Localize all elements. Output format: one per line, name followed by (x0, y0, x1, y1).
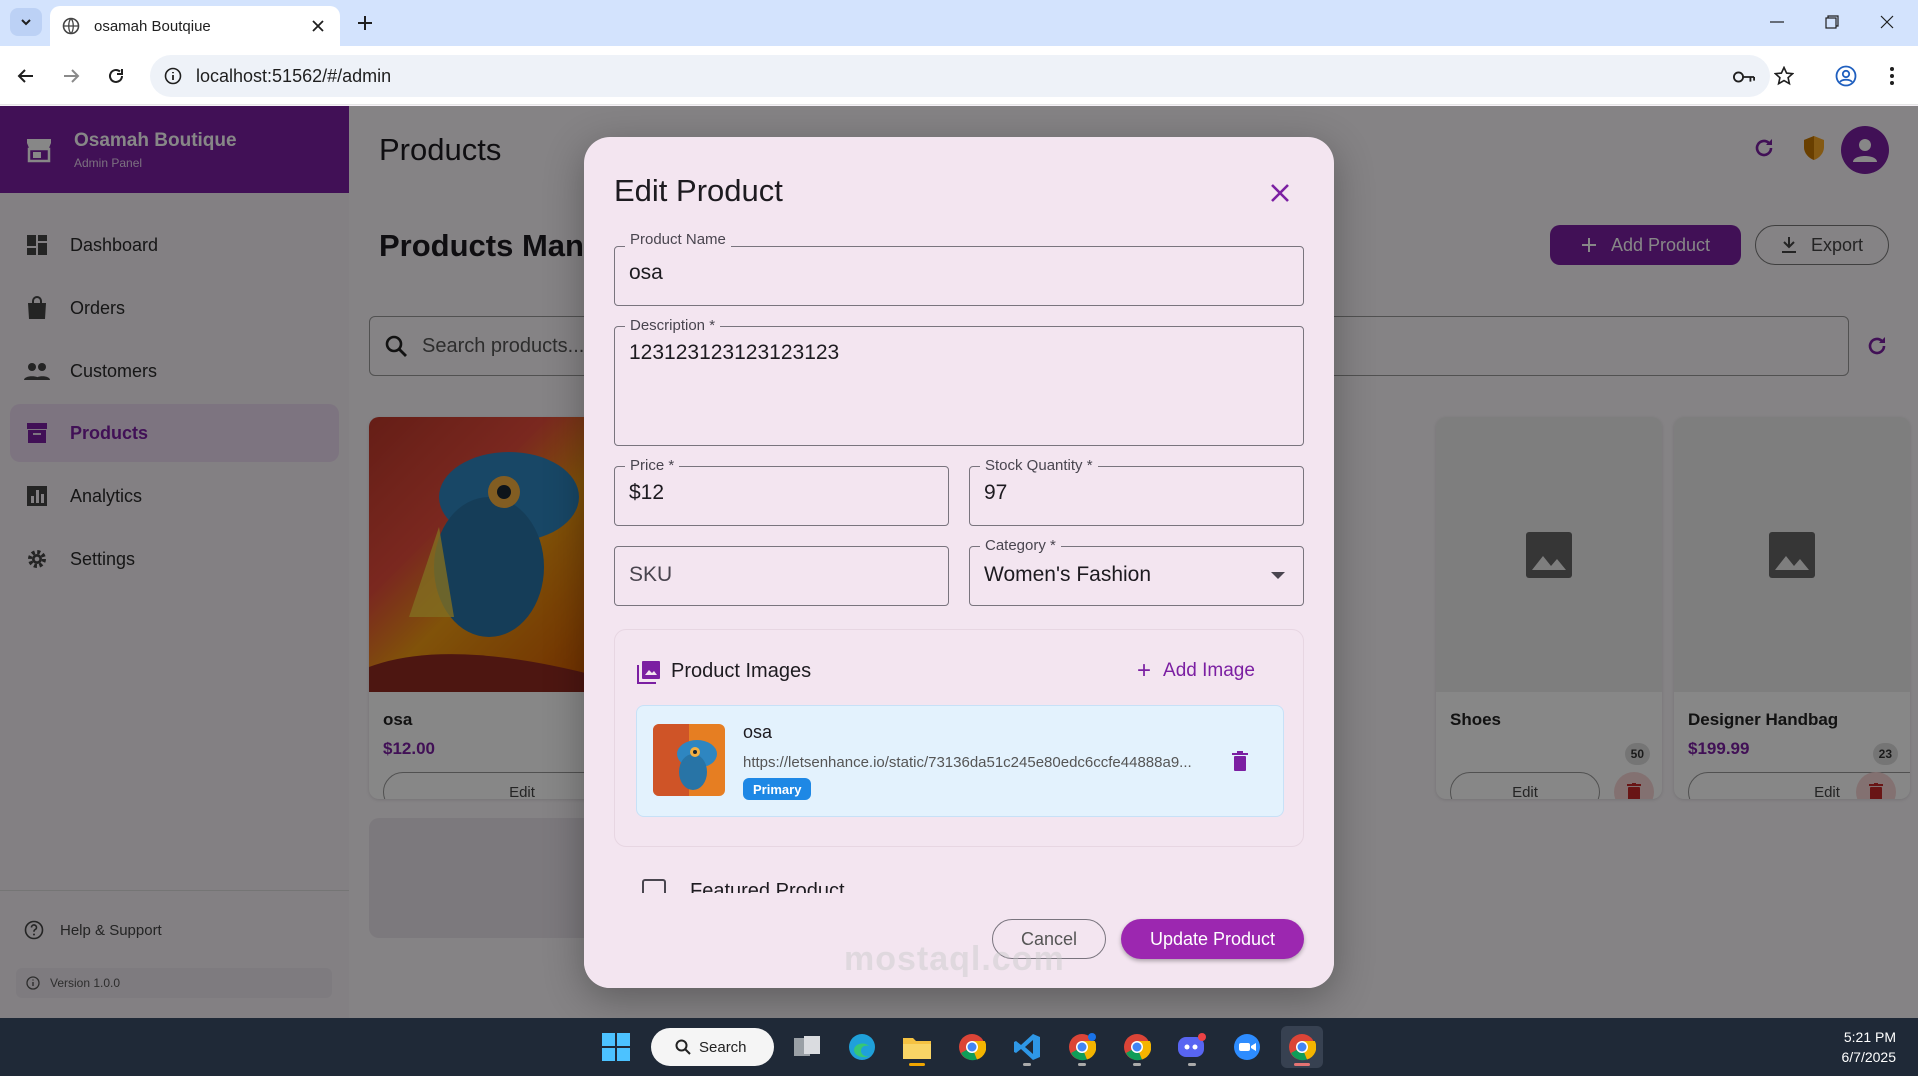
update-product-button[interactable]: Update Product (1121, 919, 1304, 959)
add-image-label: Add Image (1163, 660, 1255, 681)
zoom-icon[interactable] (1226, 1026, 1268, 1068)
product-name-field[interactable]: Product Name osa (614, 231, 1304, 306)
profile-icon[interactable] (1830, 60, 1862, 92)
image-thumbnail (653, 724, 725, 796)
password-key-icon[interactable] (1733, 66, 1755, 88)
description-field[interactable]: Description * 123123123123123123 (614, 317, 1304, 446)
browser-menu-icon[interactable] (1876, 60, 1908, 92)
browser-tab-strip: osamah Boutqiue (0, 0, 1918, 46)
url-text[interactable]: localhost:51562/#/admin (196, 66, 391, 87)
chrome-active-icon[interactable] (1281, 1026, 1323, 1068)
forward-button[interactable] (55, 60, 87, 92)
close-window-button[interactable] (1867, 8, 1907, 36)
edge-browser-icon[interactable] (841, 1026, 883, 1068)
back-button[interactable] (10, 60, 42, 92)
edit-product-dialog: Edit Product Product Name osa Descriptio… (584, 137, 1334, 988)
field-value[interactable]: 97 (984, 481, 1007, 505)
bookmark-star-icon[interactable] (1773, 65, 1795, 87)
discord-icon[interactable] (1171, 1026, 1213, 1068)
search-icon (675, 1039, 691, 1055)
chrome-profile-icon[interactable] (1061, 1026, 1103, 1068)
plus-icon: + (1137, 657, 1152, 684)
windows-logo-icon (602, 1033, 630, 1061)
tab-title: osamah Boutqiue (94, 17, 211, 35)
minimize-icon (1770, 21, 1784, 23)
price-field[interactable]: Price * $12 (614, 457, 949, 526)
file-explorer-icon[interactable] (896, 1026, 938, 1068)
browser-tab[interactable]: osamah Boutqiue (50, 6, 340, 46)
product-images-section: Product Images + Add Image osa https://l… (614, 629, 1304, 847)
stock-quantity-field[interactable]: Stock Quantity * 97 (969, 457, 1304, 526)
tab-close-icon[interactable] (308, 16, 328, 36)
image-url: https://letsenhance.io/static/73136da51c… (743, 754, 1192, 771)
add-image-button[interactable]: + Add Image (1137, 657, 1255, 684)
restore-button[interactable] (1812, 8, 1852, 36)
start-button[interactable] (595, 1026, 637, 1068)
chrome-icon-2[interactable] (1116, 1026, 1158, 1068)
os-taskbar: Search 5:21 PM 6/7/2025 (0, 1018, 1918, 1076)
field-value[interactable]: Women's Fashion (984, 563, 1151, 587)
minimize-button[interactable] (1757, 8, 1797, 36)
system-clock[interactable]: 5:21 PM 6/7/2025 (1842, 1027, 1897, 1067)
taskbar-search-label: Search (699, 1038, 747, 1056)
field-label: Stock Quantity * (980, 457, 1098, 475)
close-icon (1271, 184, 1289, 202)
field-value[interactable]: osa (629, 261, 663, 285)
field-label: Category * (980, 537, 1061, 555)
site-info-icon[interactable] (164, 67, 182, 85)
vscode-icon[interactable] (1006, 1026, 1048, 1068)
plus-icon (358, 16, 372, 30)
reload-button[interactable] (100, 60, 132, 92)
dropdown-arrow-icon[interactable] (1271, 572, 1285, 579)
field-label: Price * (625, 457, 680, 475)
address-bar[interactable]: localhost:51562/#/admin (150, 55, 1770, 97)
sku-field[interactable]: SKU (614, 546, 949, 606)
clock-time: 5:21 PM (1843, 1029, 1896, 1045)
restore-icon (1825, 15, 1839, 29)
globe-icon (62, 17, 80, 35)
clock-date: 6/7/2025 (1841, 1049, 1897, 1065)
watermark: mostaql.com (844, 940, 1065, 978)
primary-badge: Primary (743, 778, 812, 800)
taskbar-search[interactable]: Search (651, 1028, 774, 1066)
new-tab-button[interactable] (352, 10, 378, 36)
image-name: osa (743, 722, 773, 742)
close-icon (1880, 15, 1894, 29)
images-heading: Product Images (671, 660, 812, 682)
field-label: Description * (625, 317, 721, 335)
arrow-left-icon (17, 69, 33, 83)
chevron-down-icon (21, 19, 31, 26)
photo-library-icon (637, 661, 660, 684)
delete-image-button[interactable] (1227, 748, 1253, 774)
tab-search-button[interactable] (10, 8, 42, 36)
task-view-icon[interactable] (786, 1026, 828, 1068)
category-select[interactable]: Category * Women's Fashion (969, 537, 1304, 606)
trash-icon (1232, 751, 1248, 771)
dialog-title: Edit Product (614, 173, 783, 208)
reload-icon (109, 68, 123, 83)
chrome-icon[interactable] (951, 1026, 993, 1068)
browser-toolbar: localhost:51562/#/admin (0, 46, 1918, 105)
close-dialog-button[interactable] (1264, 177, 1296, 209)
field-placeholder: SKU (629, 563, 673, 586)
field-label: Product Name (625, 231, 731, 249)
image-list-item: osa https://letsenhance.io/static/73136d… (636, 705, 1284, 817)
field-value[interactable]: $12 (629, 481, 664, 505)
arrow-right-icon (64, 69, 80, 83)
field-value[interactable]: 123123123123123123 (629, 341, 839, 365)
